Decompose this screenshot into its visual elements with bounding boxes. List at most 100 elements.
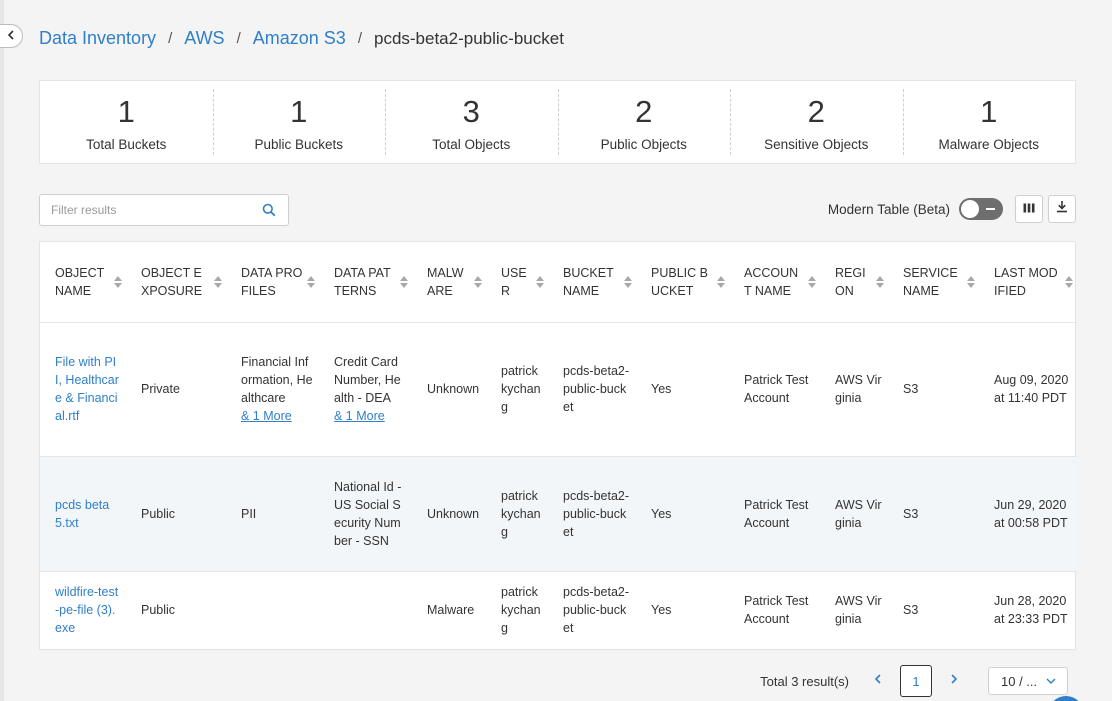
column-header-malware[interactable]: MALWARE [412, 242, 486, 323]
cell-account-name: Patrick Test Account [744, 594, 809, 627]
sort-icon[interactable] [808, 275, 816, 288]
stat-value: 2 [807, 94, 825, 129]
cell-service-name: S3 [888, 456, 979, 572]
data-profiles-more-link[interactable]: & 1 More [241, 409, 292, 423]
stat-label: Malware Objects [938, 137, 1040, 152]
stat-value: 1 [290, 94, 308, 129]
columns-icon [1023, 200, 1035, 218]
cell-bucket-name: pcds-beta2-public-bucket [548, 322, 636, 457]
cell-malware: Malware [427, 603, 475, 618]
sort-icon[interactable] [474, 275, 482, 288]
cell-account-name: Patrick Test Account [729, 456, 820, 572]
column-header-service-name[interactable]: SERVICE NAME [888, 242, 979, 323]
cell-object-name: File with PII, Healthcare & Financial.rt… [40, 322, 126, 457]
column-title: PUBLIC BUCKET [651, 265, 708, 298]
toggle-knob [961, 200, 979, 218]
page-number[interactable]: 1 [900, 665, 932, 697]
collapse-sidebar-button[interactable] [0, 24, 23, 48]
toggle-off-icon [986, 208, 995, 210]
stat-label: Public Buckets [254, 137, 344, 152]
data-profiles-text: Financial Information, Healthcare [241, 355, 313, 405]
stat-label: Sensitive Objects [764, 137, 869, 152]
modern-table-toggle[interactable] [959, 198, 1003, 220]
sort-icon[interactable] [967, 275, 975, 288]
sort-icon[interactable] [114, 275, 122, 288]
stat-public-buckets: 1 Public Buckets [212, 81, 386, 163]
cell-user: patrick kychang [486, 456, 548, 572]
column-title: LAST MODIFIED [994, 265, 1058, 298]
cell-region: AWS Virginia [835, 594, 882, 627]
cell-service-name: S3 [903, 603, 919, 618]
breadcrumb-data-inventory[interactable]: Data Inventory [39, 28, 156, 49]
prev-page-button[interactable] [862, 665, 894, 697]
table-row[interactable]: pcds beta 5.txt Public PII National Id -… [40, 456, 1077, 572]
cell-account-name: Patrick Test Account [729, 322, 820, 457]
table-row[interactable]: File with PII, Healthcare & Financial.rt… [40, 322, 1077, 457]
cell-region: AWS Virginia [820, 322, 888, 457]
stat-label: Total Buckets [86, 137, 167, 152]
sort-icon[interactable] [624, 275, 632, 288]
sort-icon[interactable] [536, 275, 544, 288]
cell-last-modified: Jun 28, 2020 at 23:33 PDT [994, 594, 1068, 627]
column-header-bucket-name[interactable]: BUCKET NAME [548, 242, 636, 323]
pagination: Total 3 result(s) 1 10 / ... [760, 665, 1068, 697]
download-icon [1056, 200, 1068, 218]
cell-user: patrick kychang [486, 322, 548, 457]
stat-total-objects: 3 Total Objects [385, 81, 558, 163]
cell-data-profiles [226, 571, 319, 649]
sort-icon[interactable] [1065, 275, 1073, 288]
breadcrumb-separator: / [357, 30, 362, 47]
sort-icon[interactable] [307, 275, 315, 288]
stat-sensitive-objects: 2 Sensitive Objects [730, 81, 903, 163]
search-icon[interactable] [262, 203, 276, 217]
breadcrumb-separator: / [168, 30, 173, 47]
cell-data-patterns: National Id - US Social Security Number … [319, 456, 412, 572]
breadcrumb-aws[interactable]: AWS [184, 28, 224, 49]
column-header-data-patterns[interactable]: DATA PATTERNS [319, 242, 412, 323]
column-header-object-exposure[interactable]: OBJECT EXPOSURE [126, 242, 226, 323]
cell-bucket-name: pcds-beta2-public-bucket [548, 456, 636, 572]
column-header-data-profiles[interactable]: DATA PROFILES [226, 242, 319, 323]
object-name-link[interactable]: File with PII, Healthcare & Financial.rt… [55, 355, 119, 423]
table-row[interactable]: wildfire-test-pe-file (3).exe Public Mal… [40, 571, 1077, 649]
breadcrumb-current: pcds-beta2-public-bucket [373, 28, 564, 48]
column-header-object-name[interactable]: OBJECT NAME [40, 242, 126, 323]
stat-value: 3 [462, 94, 480, 129]
column-title: DATA PATTERNS [334, 265, 391, 298]
chevron-left-icon [7, 29, 15, 43]
column-title: REGION [835, 265, 866, 298]
next-page-button[interactable] [938, 665, 970, 697]
cell-object-name: wildfire-test-pe-file (3).exe [40, 571, 126, 649]
object-name-link[interactable]: pcds beta 5.txt [55, 498, 109, 530]
sort-icon[interactable] [214, 275, 222, 288]
cell-exposure: Private [126, 322, 226, 457]
sort-icon[interactable] [876, 275, 884, 288]
column-title: DATA PROFILES [241, 265, 303, 298]
download-button[interactable] [1048, 195, 1076, 223]
table-header-row: OBJECT NAME OBJECT EXPOSURE DATA PROFILE… [40, 242, 1077, 323]
page-size-select[interactable]: 10 / ... [988, 667, 1068, 695]
column-header-region[interactable]: REGION [820, 242, 888, 323]
column-header-public-bucket[interactable]: PUBLIC BUCKET [636, 242, 729, 323]
filter-input[interactable] [40, 195, 240, 225]
sort-icon[interactable] [400, 275, 408, 288]
sort-icon[interactable] [717, 275, 725, 288]
column-title: USER [501, 265, 527, 298]
cell-public-bucket: Yes [636, 456, 729, 572]
column-header-user[interactable]: USER [486, 242, 548, 323]
chevron-right-icon [950, 672, 958, 690]
breadcrumb-amazon-s3[interactable]: Amazon S3 [253, 28, 346, 49]
data-patterns-more-link[interactable]: & 1 More [334, 409, 385, 423]
cell-public-bucket: Yes [636, 322, 729, 457]
breadcrumb-separator: / [236, 30, 241, 47]
cell-bucket-name: pcds-beta2-public-bucket [563, 585, 630, 636]
column-title: BUCKET NAME [563, 265, 614, 298]
cell-malware: Unknown [412, 322, 486, 457]
column-header-last-modified[interactable]: LAST MODIFIED [979, 242, 1077, 323]
cell-user: patrick kychang [501, 585, 541, 636]
column-header-account-name[interactable]: ACCOUNT NAME [729, 242, 820, 323]
columns-button[interactable] [1015, 195, 1043, 223]
object-name-link[interactable]: wildfire-test-pe-file (3).exe [55, 585, 118, 635]
cell-service-name: S3 [888, 322, 979, 457]
stat-malware-objects: 1 Malware Objects [902, 81, 1076, 163]
